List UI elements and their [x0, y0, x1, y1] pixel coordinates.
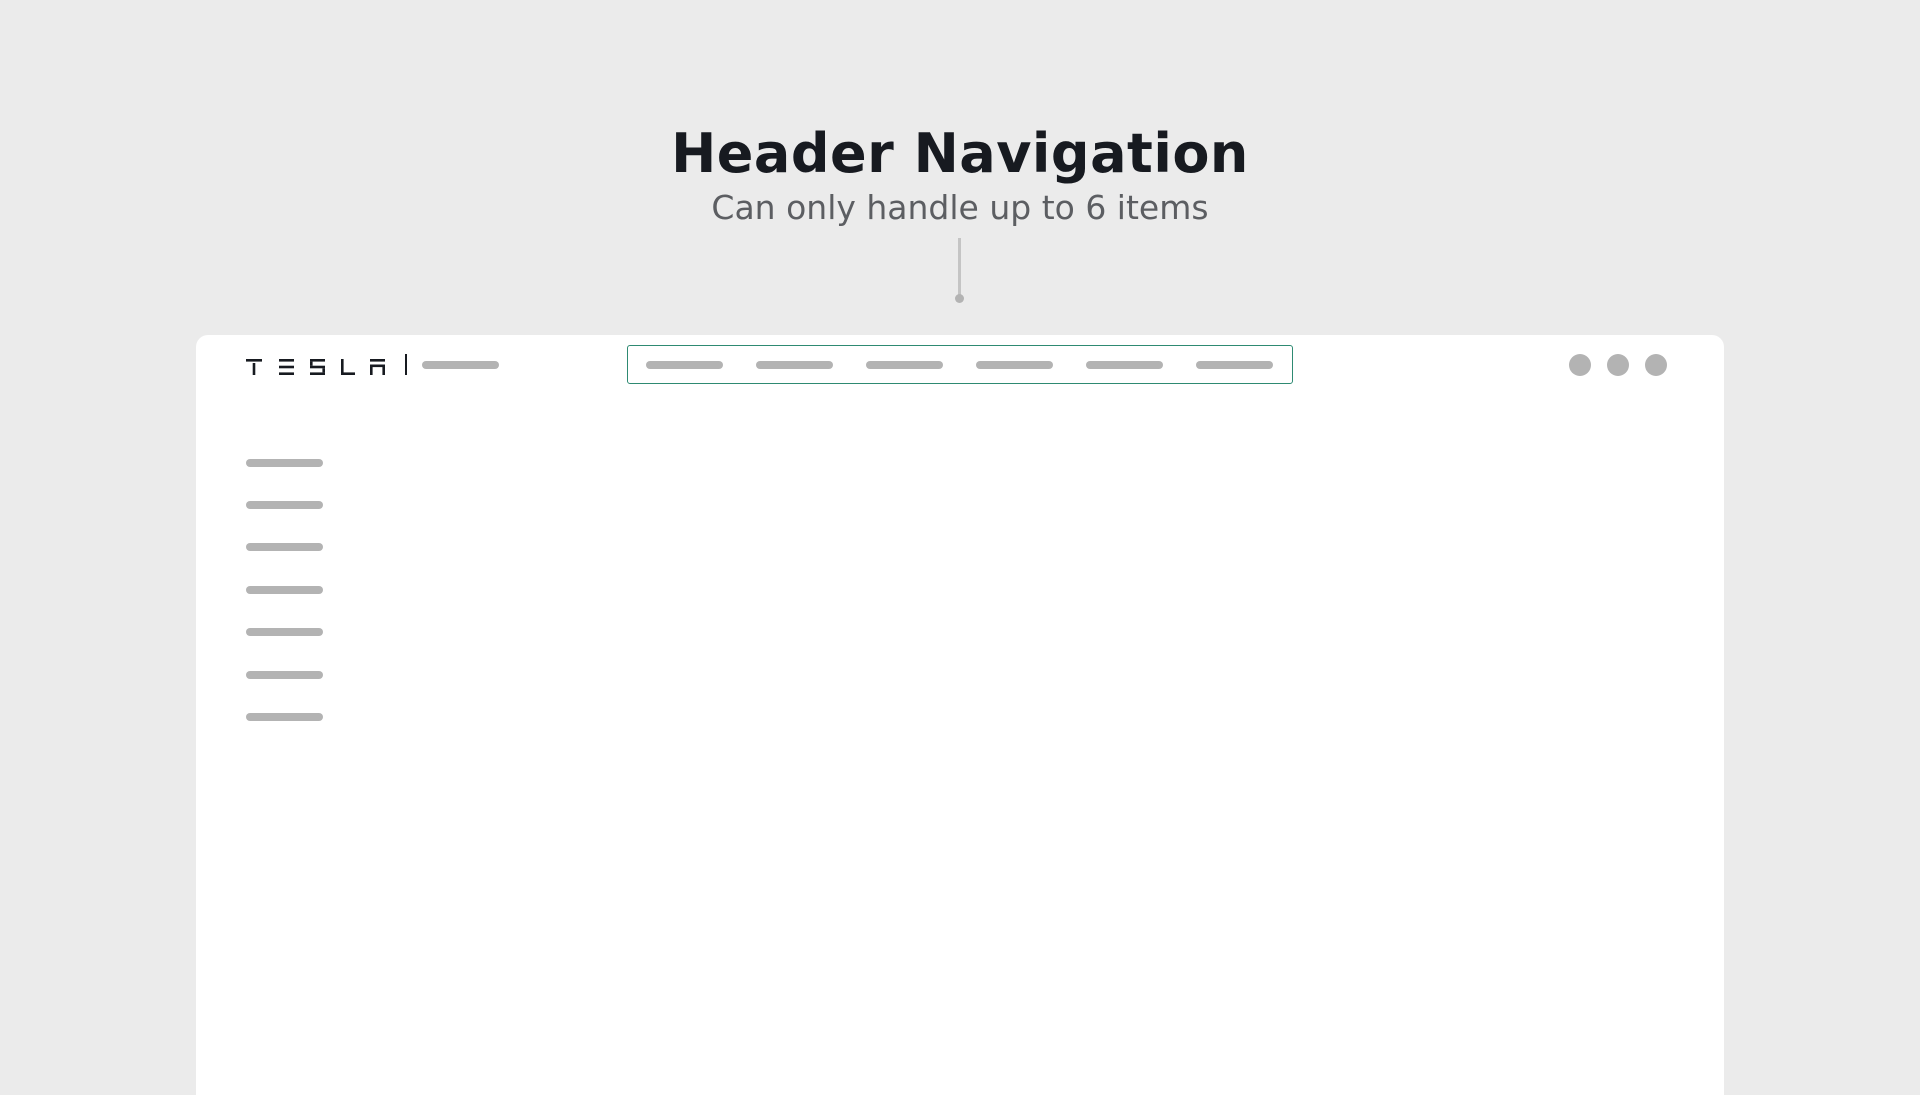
- nav-item-6[interactable]: [1196, 361, 1273, 369]
- sidebar-item-6[interactable]: [246, 671, 323, 679]
- page-mockup: TESLA: [196, 335, 1724, 1095]
- sidebar-item-1[interactable]: [246, 459, 323, 467]
- logo-divider: [405, 354, 407, 375]
- sidebar-item-3[interactable]: [246, 543, 323, 551]
- annotation: Header Navigation Can only handle up to …: [0, 118, 1920, 230]
- nav-item-4[interactable]: [976, 361, 1053, 369]
- sidebar-item-2[interactable]: [246, 501, 323, 509]
- sidebar-item-7[interactable]: [246, 713, 323, 721]
- annotation-connector-line: [958, 238, 961, 296]
- header-navigation-highlight: [627, 345, 1293, 384]
- header-icon-1[interactable]: [1569, 354, 1591, 376]
- annotation-connector-dot: [955, 294, 964, 303]
- header-icon-3[interactable]: [1645, 354, 1667, 376]
- sidebar-item-4[interactable]: [246, 586, 323, 594]
- nav-item-2[interactable]: [756, 361, 833, 369]
- logo-subtitle-placeholder: [422, 361, 499, 369]
- nav-item-5[interactable]: [1086, 361, 1163, 369]
- annotation-subtitle: Can only handle up to 6 items: [711, 188, 1209, 227]
- tesla-logo[interactable]: TESLA: [246, 356, 386, 378]
- nav-item-1[interactable]: [646, 361, 723, 369]
- header-icon-2[interactable]: [1607, 354, 1629, 376]
- annotation-title: Header Navigation: [671, 122, 1249, 185]
- tesla-wordmark-icon: [246, 359, 385, 375]
- nav-item-3[interactable]: [866, 361, 943, 369]
- sidebar-item-5[interactable]: [246, 628, 323, 636]
